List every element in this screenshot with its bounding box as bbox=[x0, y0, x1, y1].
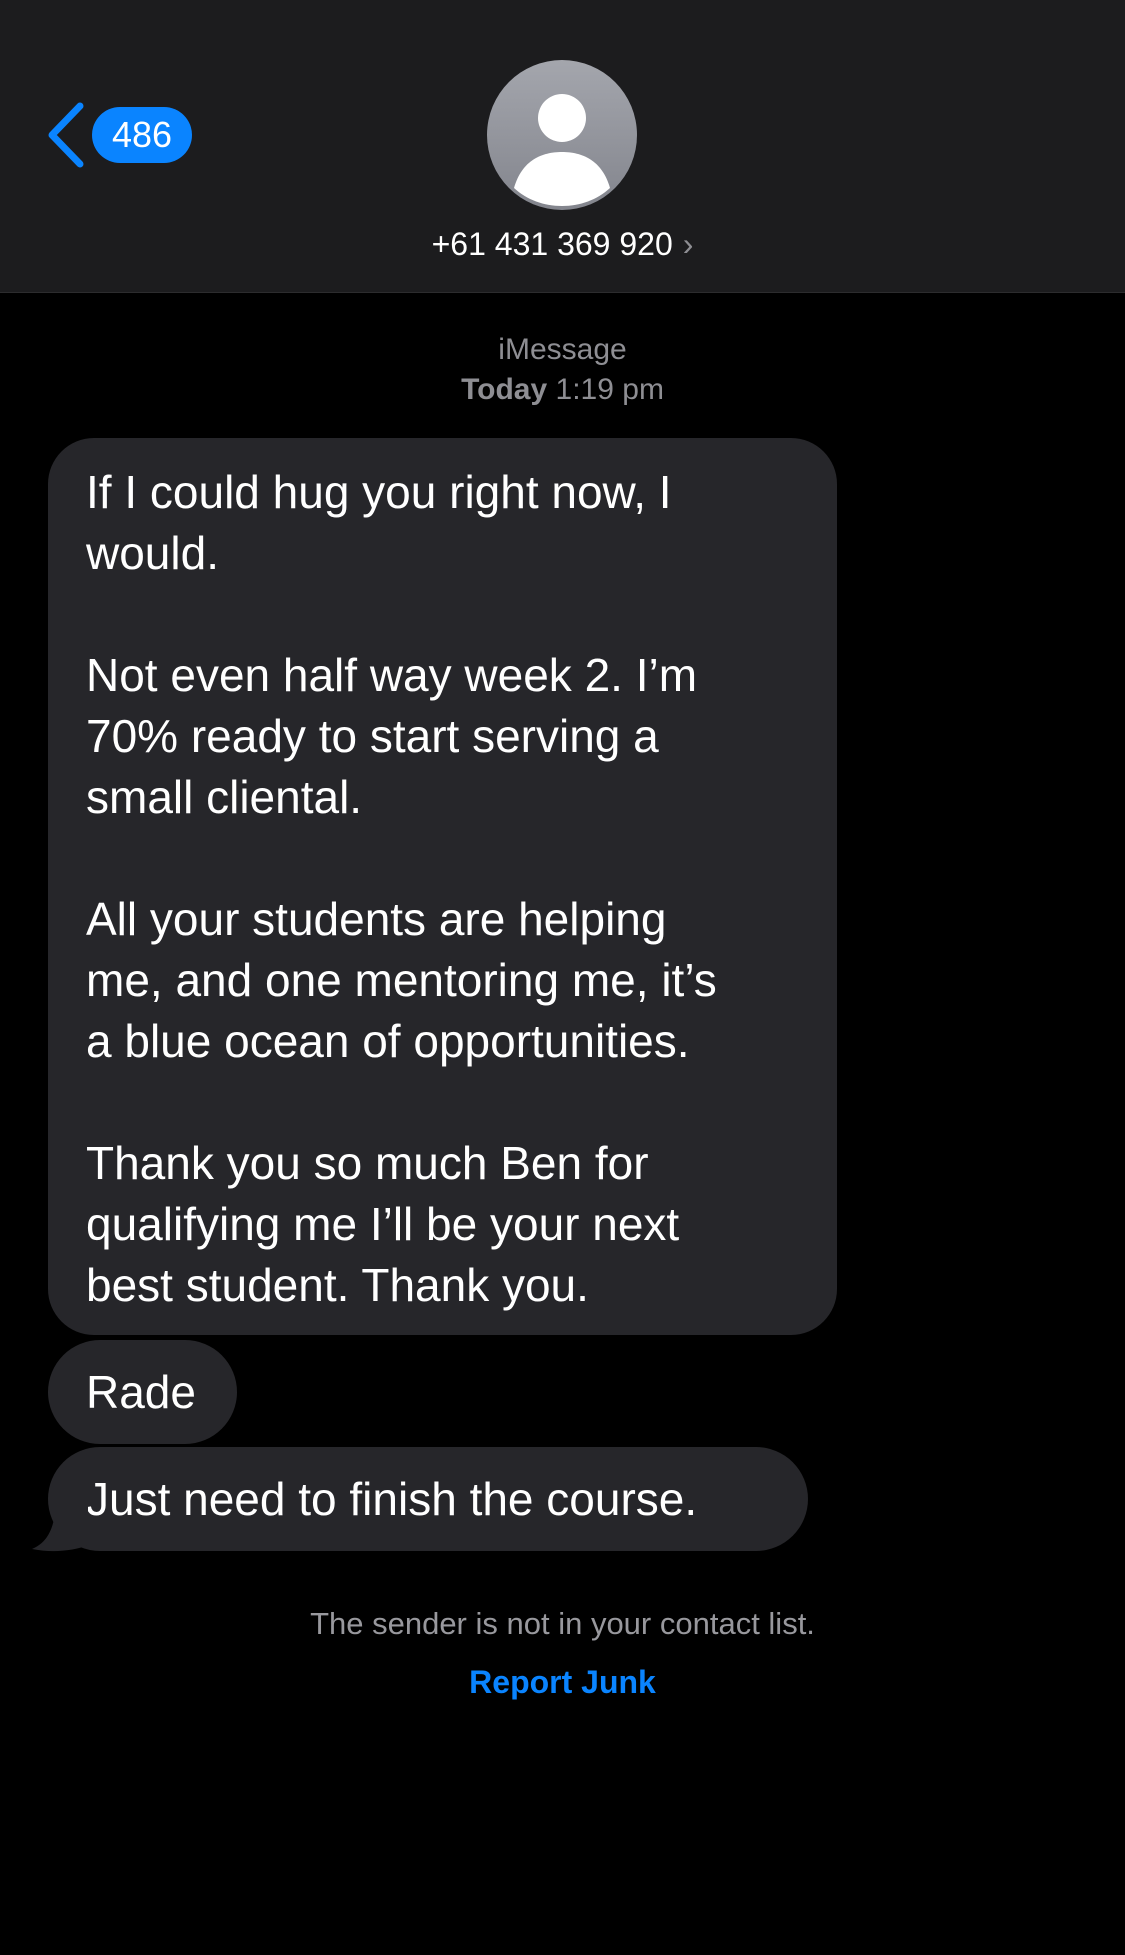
message-bubble[interactable]: Just need to finish the course. bbox=[48, 1447, 808, 1551]
chevron-right-icon: › bbox=[682, 226, 694, 262]
unknown-sender-notice: The sender is not in your contact list. bbox=[310, 1606, 815, 1641]
message-bubble[interactable]: Rade bbox=[48, 1340, 237, 1444]
service-label: iMessage bbox=[498, 333, 627, 366]
timestamp-time: 1:19 pm bbox=[555, 373, 664, 406]
bubble-tail-icon bbox=[32, 1505, 88, 1552]
contact-number-button[interactable]: +61 431 369 920 › bbox=[0, 222, 1125, 266]
contact-number: +61 431 369 920 bbox=[431, 226, 673, 262]
report-junk-link[interactable]: Report Junk bbox=[0, 1662, 1125, 1702]
back-button[interactable]: 486 bbox=[44, 100, 192, 170]
message-bubble[interactable]: If I could hug you right now, I would. N… bbox=[48, 438, 837, 1335]
conversation-header: 486 +61 431 369 920 › bbox=[0, 0, 1125, 293]
chevron-left-icon bbox=[48, 102, 84, 168]
person-silhouette-icon bbox=[514, 94, 610, 206]
timestamp-day: Today bbox=[461, 373, 548, 406]
contact-avatar[interactable] bbox=[487, 60, 637, 210]
unread-count-badge: 486 bbox=[92, 107, 192, 163]
message-timestamp: Today 1:19 pm bbox=[0, 372, 1125, 408]
